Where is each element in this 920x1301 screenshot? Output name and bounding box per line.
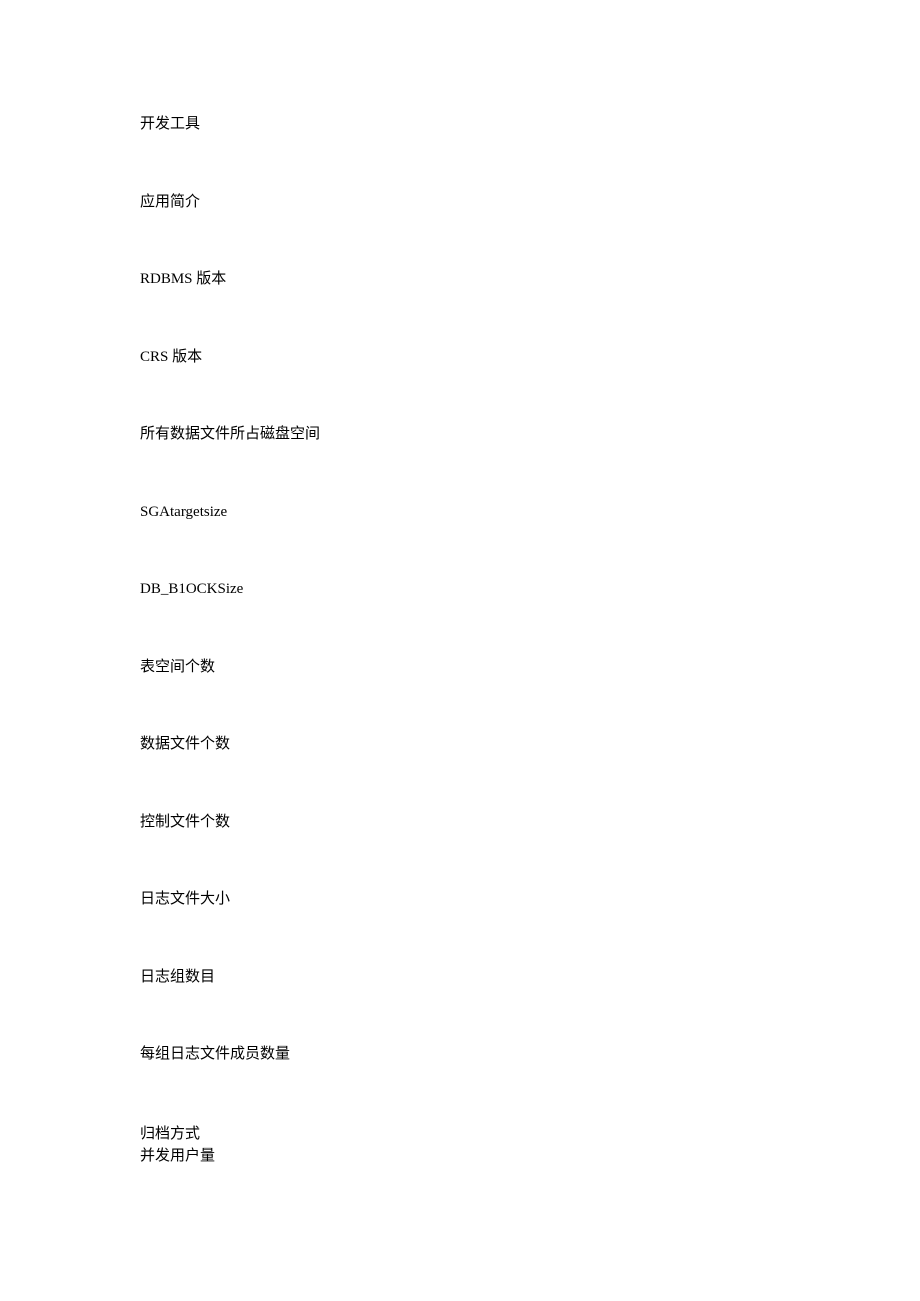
field-crs-version: CRS 版本 (140, 348, 920, 368)
field-archive-concurrent: 归档方式 并发用户量 (140, 1123, 920, 1168)
field-tablespace-count: 表空间个数 (140, 658, 920, 678)
field-rdbms-version: RDBMS 版本 (140, 270, 920, 290)
field-concurrent-users: 并发用户量 (140, 1145, 920, 1168)
field-logfile-size: 日志文件大小 (140, 890, 920, 910)
field-log-member-count: 每组日志文件成员数量 (140, 1045, 920, 1065)
field-db-block-size: DB_B1OCKSize (140, 580, 920, 600)
field-dev-tools: 开发工具 (140, 115, 920, 135)
field-datafile-disk-space: 所有数据文件所占磁盘空间 (140, 425, 920, 445)
field-log-group-count: 日志组数目 (140, 968, 920, 988)
field-datafile-count: 数据文件个数 (140, 735, 920, 755)
field-app-intro: 应用简介 (140, 193, 920, 213)
field-controlfile-count: 控制文件个数 (140, 813, 920, 833)
field-sga-target-size: SGAtargetsize (140, 503, 920, 523)
field-archive-mode: 归档方式 (140, 1123, 920, 1146)
